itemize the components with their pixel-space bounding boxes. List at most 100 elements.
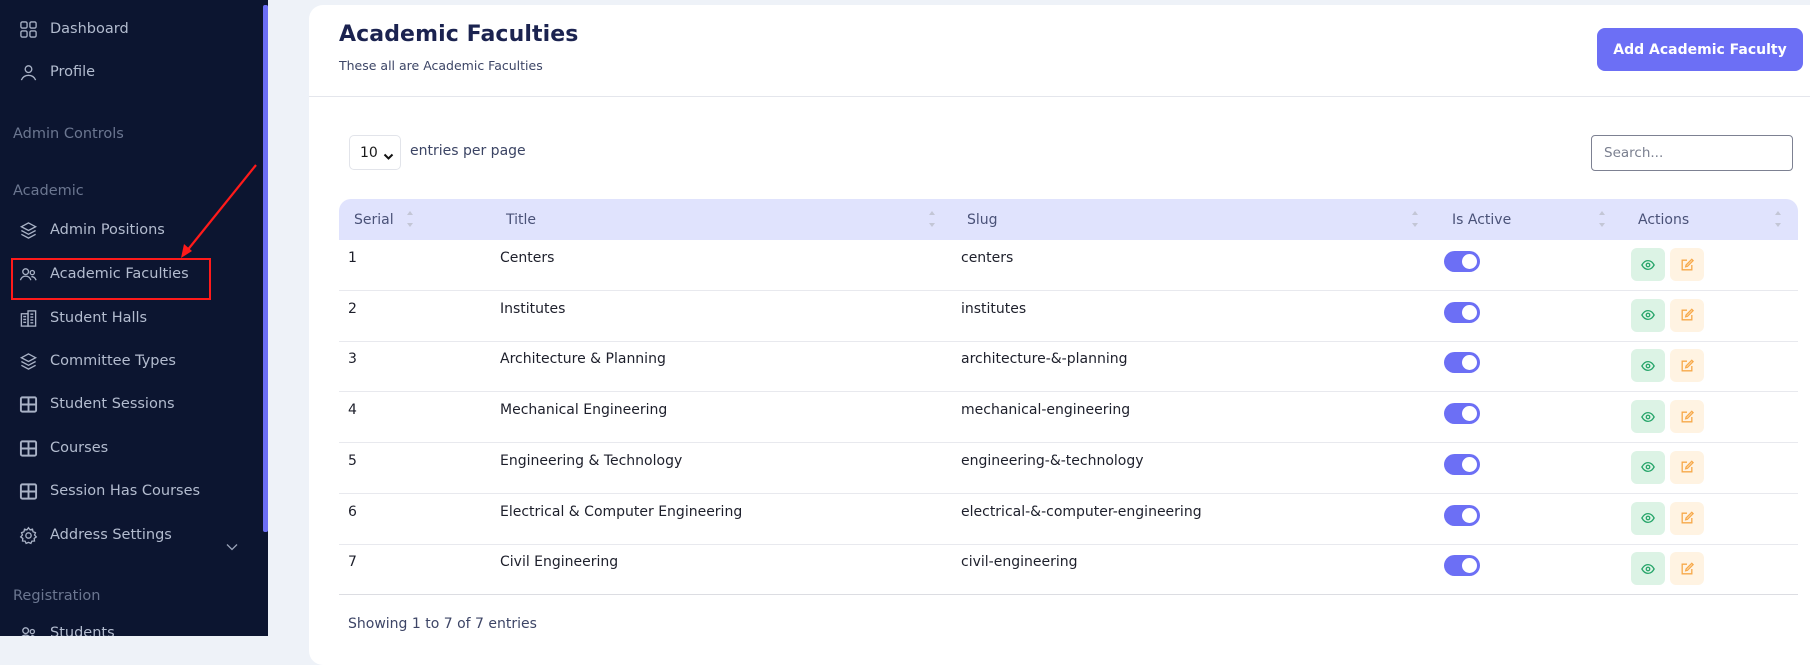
view-button[interactable] [1631,400,1665,434]
column-header-actions[interactable]: Actions [1638,199,1689,240]
sidebar-item-label: Address Settings [50,527,172,543]
table-info: Showing 1 to 7 of 7 entries [348,616,537,632]
active-toggle[interactable] [1444,555,1480,577]
sidebar-item-session-has-courses[interactable]: Session Has Courses [18,476,200,506]
section-registration: Registration [13,588,101,604]
active-toggle[interactable] [1444,352,1480,374]
column-header-slug[interactable]: Slug [967,199,998,240]
sort-icon[interactable] [1774,208,1782,230]
edit-icon [1680,359,1694,373]
column-header-title[interactable]: Title [506,199,536,240]
cell-slug: civil-engineering [961,554,1078,571]
cell-serial: 4 [348,402,357,419]
sidebar-item-academic-faculties[interactable]: Academic Faculties [18,259,189,289]
sidebar-item-address-settings[interactable]: Address Settings [18,520,172,550]
sidebar-item-students[interactable]: Students [18,618,115,636]
building-icon [18,308,38,328]
page-size-value: 10 [360,144,378,161]
edit-button[interactable] [1670,552,1704,586]
table-row: 2 Institutes institutes [339,291,1798,342]
table-row: 1 Centers centers [339,240,1798,291]
cell-slug: engineering-&-technology [961,452,1144,469]
edit-button[interactable] [1670,400,1704,434]
active-toggle[interactable] [1444,301,1480,323]
toggle-knob [1462,456,1477,472]
table-header: Serial Title Slug Is Active Actions [339,199,1798,240]
edit-button[interactable] [1670,450,1704,484]
sidebar-item-student-halls[interactable]: Student Halls [18,303,147,333]
column-header-is-active[interactable]: Is Active [1452,199,1511,240]
cell-slug: centers [961,250,1014,266]
eye-icon [1641,359,1655,373]
chevron-down-icon [383,149,394,160]
view-button[interactable] [1631,248,1665,281]
layers-icon [18,220,38,240]
sort-icon[interactable] [1598,208,1606,230]
view-button[interactable] [1631,501,1665,535]
edit-button[interactable] [1670,248,1704,281]
sidebar-item-label: Student Halls [50,310,148,326]
eye-icon [1641,410,1655,424]
table-row: 6 Electrical & Computer Engineering elec… [339,494,1798,545]
active-toggle[interactable] [1444,504,1480,526]
cell-slug: electrical-&-computer-engineering [961,503,1202,520]
cell-title: Civil Engineering [500,554,619,571]
toggle-knob [1462,254,1477,269]
toggle-knob [1462,304,1477,320]
view-button[interactable] [1631,450,1665,484]
eye-icon [1641,308,1655,322]
table-icon [18,438,38,458]
view-button[interactable] [1631,298,1665,332]
page-size-select[interactable]: 10 [349,135,401,170]
cell-slug: architecture-&-planning [961,351,1128,368]
sidebar-item-label: Admin Positions [50,222,165,238]
eye-icon [1641,511,1655,525]
sidebar-item-dashboard[interactable]: Dashboard [18,14,129,44]
table-icon [18,394,38,414]
search-input[interactable] [1591,135,1793,171]
sort-icon[interactable] [1411,208,1419,230]
sort-icon[interactable] [406,208,414,230]
header-divider [309,96,1810,97]
entries-per-page-label: entries per page [410,143,526,159]
sidebar-item-admin-positions[interactable]: Admin Positions [18,215,165,245]
sidebar-scrollbar-thumb[interactable] [263,5,268,532]
cell-title: Electrical & Computer Engineering [500,503,743,520]
edit-icon [1680,511,1694,525]
sidebar-item-profile[interactable]: Profile [18,57,95,87]
sidebar-item-student-sessions[interactable]: Student Sessions [18,389,175,419]
sidebar-item-courses[interactable]: Courses [18,433,108,463]
edit-icon [1680,409,1694,424]
sidebar-item-label: Dashboard [50,21,129,37]
cell-serial: 2 [348,300,357,317]
active-toggle[interactable] [1444,453,1480,475]
table-row: 4 Mechanical Engineering mechanical-engi… [339,392,1798,444]
sidebar-item-label: Academic Faculties [50,266,189,282]
active-toggle[interactable] [1444,251,1480,272]
section-academic: Academic [13,183,84,199]
cell-title: Engineering & Technology [500,452,683,469]
sidebar-item-label: Committee Types [50,353,176,369]
table-row: 3 Architecture & Planning architecture-&… [339,341,1798,393]
view-button[interactable] [1631,552,1665,586]
view-button[interactable] [1631,349,1665,383]
edit-icon [1680,562,1694,576]
cell-title: Centers [500,250,555,266]
cell-title: Institutes [500,300,566,317]
table-icon [18,481,38,501]
toggle-knob [1462,406,1477,422]
sidebar-item-label: Profile [50,64,96,80]
column-header-serial[interactable]: Serial [354,199,394,240]
edit-icon [1680,308,1694,322]
sort-icon[interactable] [928,208,936,230]
edit-button[interactable] [1670,349,1704,383]
cell-serial: 7 [348,554,357,571]
edit-button[interactable] [1670,298,1704,332]
edit-button[interactable] [1670,501,1704,535]
chevron-down-icon[interactable] [226,536,240,551]
gear-icon [18,525,38,545]
cell-slug: mechanical-engineering [961,402,1131,419]
add-academic-faculty-button[interactable]: Add Academic Faculty [1597,28,1803,71]
active-toggle[interactable] [1444,403,1480,425]
sidebar-item-committee-types[interactable]: Committee Types [18,346,176,376]
